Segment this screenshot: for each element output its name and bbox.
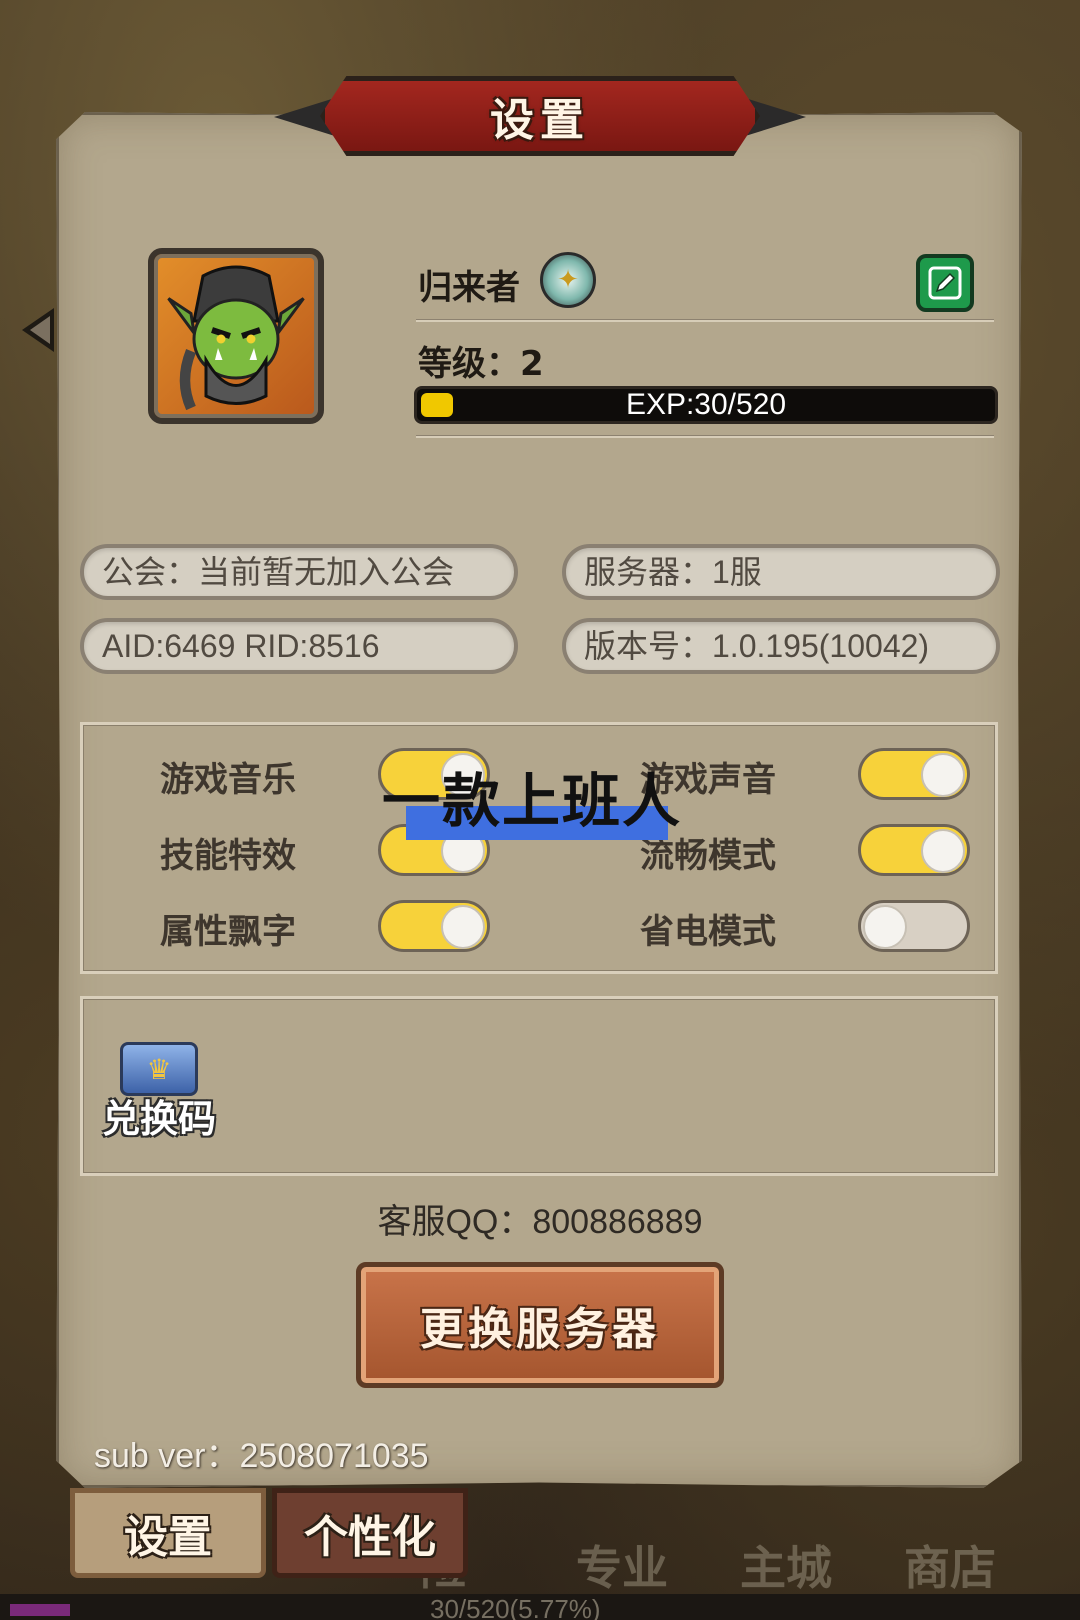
bottom-exp-text: 30/520(5.77%) [430, 1594, 601, 1620]
watermark-text: 一款上班人 [382, 767, 683, 835]
account-id-pill: AID:6469 RID:8516 [80, 618, 518, 674]
version-pill: 版本号：1.0.195(10042) [562, 618, 1000, 674]
redeem-code-button[interactable]: 兑换码 [102, 1088, 216, 1143]
bg-nav-main-city: 主城 [740, 1541, 832, 1595]
player-name: 归来者 [418, 268, 520, 308]
toggle-knob [921, 829, 965, 873]
tab-settings-label: 设置 [124, 1512, 212, 1563]
dialog-title: 设置 [490, 95, 590, 146]
bg-nav-profession: 专业 [576, 1541, 668, 1595]
pencil-icon [928, 266, 962, 300]
profile-divider-top [416, 320, 994, 322]
power-saving-toggle[interactable] [858, 900, 970, 952]
exp-bar: EXP:30/520 [414, 386, 998, 424]
tab-settings[interactable]: 设置 [70, 1488, 266, 1578]
title-banner: 设置 [274, 70, 806, 162]
tab-personalize-label: 个性化 [304, 1512, 436, 1563]
bottom-exp-fill [10, 1604, 70, 1616]
exp-text: EXP:30/520 [625, 388, 787, 421]
edit-name-button[interactable] [916, 254, 974, 312]
sub-version-text: sub ver：2508071035 [94, 1437, 429, 1475]
server-pill: 服务器：1服 [562, 544, 1000, 600]
setting-label-power-saving: 省电模式 [640, 912, 776, 952]
angel-rank-icon[interactable]: ✦ [540, 252, 596, 308]
toggle-knob [863, 905, 907, 949]
redeem-box [80, 996, 998, 1176]
bg-nav-shop: 商店 [904, 1541, 996, 1595]
guild-pill: 公会：当前暂无加入公会 [80, 544, 518, 600]
profile-divider-bottom [416, 436, 994, 438]
avatar[interactable] [148, 248, 324, 424]
setting-label-floating-text: 属性飘字 [160, 912, 296, 952]
smooth-mode-toggle[interactable] [858, 824, 970, 876]
toggle-knob [441, 905, 485, 949]
switch-server-label: 更换服务器 [420, 1304, 660, 1355]
sound-toggle[interactable] [858, 748, 970, 800]
orc-portrait-icon [167, 265, 305, 411]
floating-text-toggle[interactable] [378, 900, 490, 952]
banner-ribbon: 设置 [320, 76, 760, 156]
setting-label-music: 游戏音乐 [160, 760, 296, 800]
setting-label-skill-effects: 技能特效 [160, 836, 296, 876]
left-arrow-icon[interactable] [22, 308, 54, 352]
switch-server-button[interactable]: 更换服务器 [356, 1262, 724, 1388]
tab-personalize[interactable]: 个性化 [272, 1488, 468, 1578]
level-text: 等级：2 [418, 344, 544, 384]
toggle-knob [921, 753, 965, 797]
customer-service-qq: 客服QQ：800886889 [377, 1203, 703, 1241]
